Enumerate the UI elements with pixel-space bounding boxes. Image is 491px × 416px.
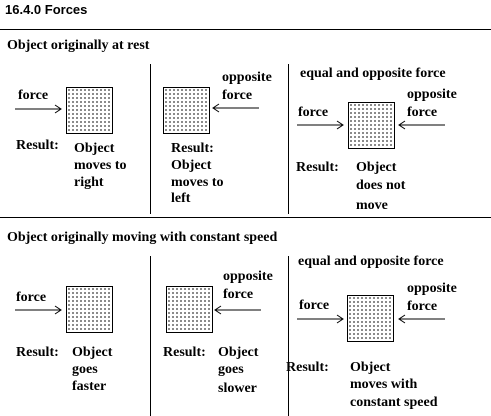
opposite-force-label: force — [407, 299, 438, 314]
opposite-force-label: opposite — [223, 269, 273, 284]
result-line: faster — [72, 379, 107, 394]
result-line: slower — [218, 381, 257, 396]
result-label: Result: — [16, 138, 59, 153]
force-label: force — [18, 88, 49, 103]
opposite-force-label: force — [223, 287, 254, 302]
opposite-force-arrow-left — [212, 103, 259, 113]
opposite-force-arrow-left — [398, 120, 445, 130]
result-line: goes — [218, 362, 244, 377]
result-line: goes — [72, 362, 98, 377]
opposite-force-arrow-left — [214, 305, 261, 315]
result-line: Object — [72, 345, 113, 360]
force-arrow-right — [15, 104, 62, 114]
section-heading-moving: Object originally moving with constant s… — [7, 230, 278, 245]
force-arrow-right — [297, 120, 344, 130]
opposite-force-label: force — [407, 105, 438, 120]
result-label: Result: — [16, 345, 59, 360]
result-label: Result: — [296, 160, 339, 175]
object-box — [163, 87, 210, 134]
force-label: force — [298, 105, 329, 120]
result-line: Object — [171, 158, 212, 173]
panel-divider — [150, 64, 151, 214]
section-heading-rest: Object originally at rest — [7, 38, 150, 53]
force-label: force — [16, 290, 47, 305]
result-line: move — [356, 198, 388, 213]
panel-divider — [288, 64, 289, 214]
result-label: Result: — [171, 141, 214, 156]
force-arrow-right — [297, 314, 344, 324]
result-line: does not — [356, 178, 406, 193]
result-line: left — [171, 191, 191, 206]
result-line: moves to — [171, 175, 224, 190]
result-line: Object — [356, 160, 397, 175]
opposite-force-label: opposite — [407, 281, 457, 296]
object-box — [348, 102, 395, 149]
object-box — [347, 295, 394, 342]
result-label: Result: — [286, 360, 329, 375]
result-label: Result: — [163, 345, 206, 360]
force-label: force — [299, 298, 330, 313]
panel-caption: equal and opposite force — [300, 66, 446, 81]
panel-divider — [288, 256, 289, 416]
result-line: moves to — [74, 158, 127, 173]
result-line: constant speed — [350, 395, 438, 410]
object-box — [66, 286, 113, 333]
title-divider — [0, 29, 491, 30]
opposite-force-label: force — [222, 88, 253, 103]
force-arrow-right — [15, 305, 62, 315]
result-line: Object — [74, 141, 115, 156]
object-box — [66, 87, 113, 134]
panel-caption: equal and opposite force — [298, 254, 444, 269]
result-line: right — [74, 175, 104, 190]
result-line: Object — [218, 345, 259, 360]
panel-divider — [150, 256, 151, 416]
opposite-force-arrow-left — [398, 314, 445, 324]
object-box — [166, 286, 213, 333]
opposite-force-label: opposite — [407, 87, 457, 102]
section-divider — [0, 217, 491, 218]
opposite-force-label: opposite — [222, 70, 272, 85]
result-line: moves with — [350, 377, 418, 392]
page-title: 16.4.0 Forces — [5, 2, 88, 17]
result-line: Object — [350, 360, 391, 375]
